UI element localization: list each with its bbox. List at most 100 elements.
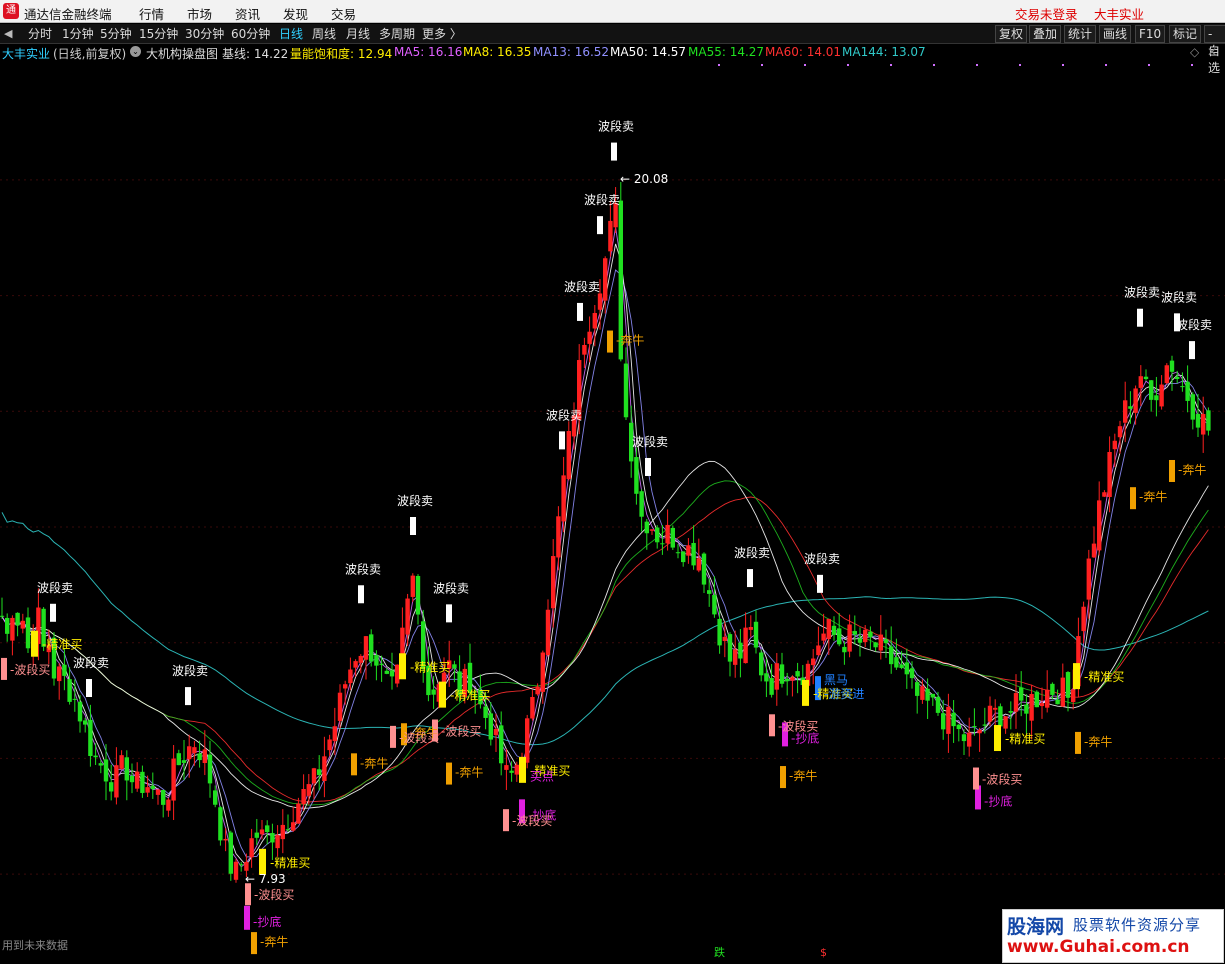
precise-buy-label: -精准买: [410, 660, 450, 674]
period-1min[interactable]: 1分钟: [62, 26, 94, 42]
candle-body: [1102, 492, 1107, 497]
stock-name-title: 大丰实业: [1094, 7, 1145, 22]
mark-button[interactable]: 标记: [1169, 25, 1202, 43]
candle-body: [1055, 699, 1060, 705]
candle-body: [779, 664, 785, 684]
wave-sell-label: 波段卖: [734, 545, 770, 560]
dip-label: -抄底: [984, 793, 1012, 808]
candle-body: [1097, 500, 1102, 551]
candle-body: [395, 664, 400, 684]
candle-body: [920, 686, 925, 700]
bull-marker: [1075, 731, 1081, 754]
candle-body: [894, 657, 899, 668]
diamond-icon[interactable]: ◇: [1190, 45, 1199, 59]
candle-body: [1128, 406, 1133, 409]
candle-body: [10, 617, 15, 641]
watchlist-button[interactable]: -自选: [1204, 25, 1225, 75]
candle-body: [1045, 689, 1050, 708]
candle-body: [831, 625, 837, 635]
top-tick-marker: [890, 64, 892, 66]
candle-body: [727, 634, 733, 662]
candle-body: [15, 612, 20, 626]
menu-quotes[interactable]: 行情: [139, 4, 164, 23]
wave-sell-marker: [577, 302, 583, 321]
stats-button[interactable]: 统计: [1064, 25, 1097, 43]
bull-label: -奔牛: [1084, 734, 1112, 749]
candle-body: [488, 713, 493, 740]
candle-body: [270, 833, 275, 843]
candle-body: [816, 645, 821, 656]
candle-body: [72, 698, 77, 700]
period-intraday[interactable]: 分时: [28, 26, 52, 42]
wave-buy-marker: [973, 767, 979, 790]
period-15min[interactable]: 15分钟: [139, 26, 178, 42]
candle-body: [254, 832, 259, 838]
candle-body: [171, 758, 176, 801]
precise-buy-label: -精准买: [1084, 670, 1124, 684]
wave-buy-label: -波段买: [10, 662, 50, 677]
candle-body: [150, 785, 155, 789]
candle-body: [1065, 672, 1071, 698]
precise-buy-marker: [399, 653, 406, 680]
info-ma50: MA50: 14.57: [610, 45, 687, 59]
period-daily[interactable]: 日线: [279, 26, 303, 42]
candle-body: [670, 527, 675, 548]
wave-sell-marker: [1189, 341, 1195, 360]
precise-buy-label: -精准买: [1005, 732, 1045, 746]
period-monthly[interactable]: 月线: [346, 26, 370, 42]
candle-body: [431, 689, 436, 695]
draw-line-button[interactable]: 画线: [1099, 25, 1132, 43]
candle-body: [389, 670, 395, 677]
wave-sell-label: 波段卖: [546, 407, 582, 422]
kline-chart[interactable]: 波段卖波段卖波段卖波段卖波段卖波段卖波段卖波段卖波段卖波段卖波段卖波段卖 波段卖波…: [0, 62, 1225, 964]
menu-news[interactable]: 资讯: [235, 4, 260, 23]
candle-body: [764, 673, 769, 682]
overlay-button[interactable]: 叠加: [1029, 25, 1062, 43]
candle-body: [1195, 413, 1201, 428]
period-5min[interactable]: 5分钟: [100, 26, 132, 42]
menu-market[interactable]: 市场: [187, 4, 212, 23]
info-indicator-name[interactable]: 大机构操盘图: [146, 45, 218, 62]
candle-body: [857, 638, 863, 643]
wave-sell-label: 波段卖: [172, 663, 208, 678]
app-title: 通达信金融终端: [24, 7, 112, 22]
candle-body: [415, 575, 421, 615]
candle-body: [545, 609, 551, 656]
candle-body: [551, 556, 556, 609]
period-multi[interactable]: 多周期: [379, 26, 415, 42]
info-ma8: MA8: 16.35: [463, 45, 532, 59]
menu-trade[interactable]: 交易: [331, 4, 356, 23]
precise-buy-marker: [31, 630, 38, 657]
trade-login-status[interactable]: 交易未登录: [1015, 4, 1078, 23]
dip-label: -抄底: [253, 914, 281, 929]
menu-discover[interactable]: 发现: [283, 4, 308, 23]
candle-body: [1154, 395, 1159, 401]
candle-body: [608, 220, 613, 252]
candle-body: [639, 491, 644, 517]
wave-sell-label: 波段卖: [397, 493, 433, 508]
candle-body: [930, 693, 935, 698]
candle-body: [649, 529, 655, 531]
candle-body: [62, 664, 67, 676]
precise-buy-label: -精准买: [450, 689, 490, 703]
adjust-button[interactable]: 复权: [995, 25, 1028, 43]
period-more[interactable]: 更多 〉: [422, 26, 462, 42]
candle-body: [987, 705, 993, 722]
close-icon[interactable]: ✕: [1207, 45, 1217, 59]
candle-body: [769, 678, 774, 695]
chevron-left-icon[interactable]: ◀: [4, 27, 12, 40]
indicator-info-bar: 大丰实业 (日线,前复权) ⌄ 大机构操盘图 基线: 14.22 量能饱和度: …: [0, 45, 1225, 61]
candle-body: [358, 655, 363, 663]
candle-body: [1050, 683, 1055, 695]
candle-body: [1149, 380, 1154, 400]
chevron-circle-icon[interactable]: ⌄: [130, 46, 141, 57]
candle-body: [291, 822, 296, 831]
candle-body: [228, 832, 233, 874]
candle-body: [109, 782, 114, 792]
candle-body: [878, 634, 883, 651]
period-30min[interactable]: 30分钟: [185, 26, 224, 42]
period-weekly[interactable]: 周线: [312, 26, 336, 42]
candle-body: [556, 516, 561, 558]
period-60min[interactable]: 60分钟: [231, 26, 270, 42]
f10-button[interactable]: F10: [1135, 25, 1166, 43]
